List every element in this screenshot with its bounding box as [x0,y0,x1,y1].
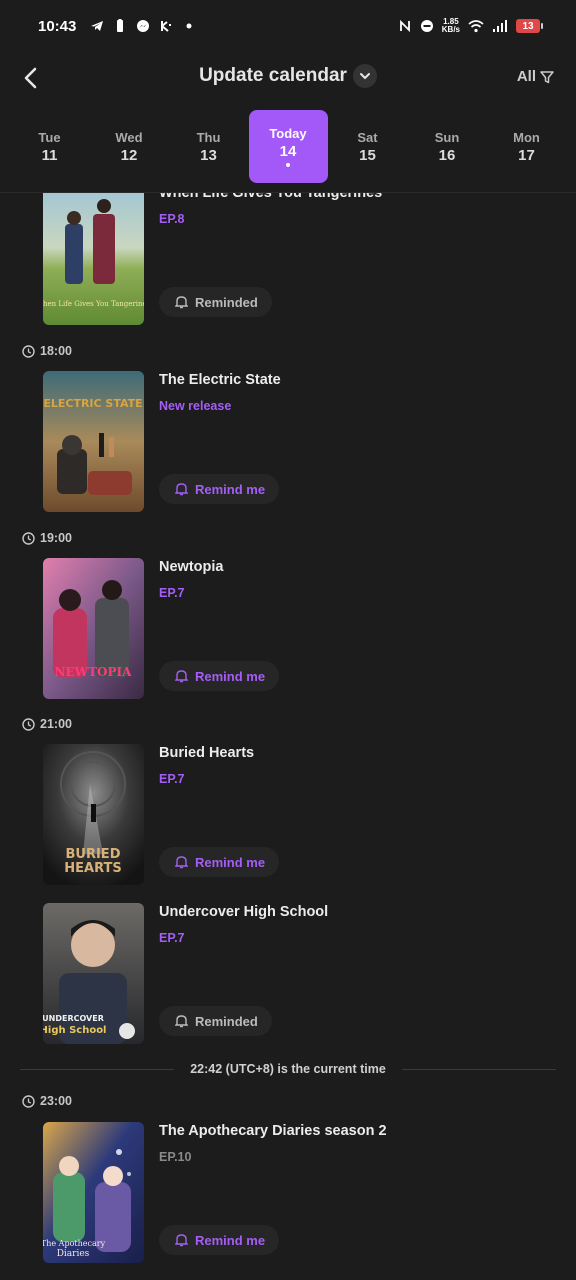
battery-indicator: 13 [516,19,543,33]
nfc-icon [399,19,410,33]
episode-label: EP.8 [159,212,185,226]
poster-image: NEWTOPIA [43,558,144,699]
release-label: New release [159,399,232,413]
list-item[interactable]: UNDERCOVER High School Undercover High S… [43,903,543,1045]
poster-newtopia: NEWTOPIA [43,558,144,699]
show-title[interactable]: The Electric State [159,372,281,388]
show-title[interactable]: Newtopia [159,559,223,575]
time-slot-header: 18:00 [22,344,72,358]
show-title[interactable]: The Apothecary Diaries season 2 [159,1123,387,1139]
episode-label: EP.7 [159,772,185,786]
poster-tangerines: When Life Gives You Tangerines [43,193,144,325]
status-time: 10:43 [38,17,77,35]
current-time-label: 22:42 (UTC+8) is the current time [190,1062,386,1076]
wifi-icon [468,20,484,33]
show-title[interactable]: Buried Hearts [159,745,254,761]
poster-electric-state: ELECTRIC STATE [43,371,144,512]
messenger-icon [137,20,150,32]
chevron-down-icon [352,64,377,88]
svg-text:When Life Gives You Tangerines: When Life Gives You Tangerines [43,300,144,308]
today-dot [286,163,290,167]
poster-undercover-high-school: UNDERCOVER High School [43,903,144,1044]
more-notifications-dot-icon [186,23,192,29]
do-not-disturb-icon [420,20,433,32]
svg-text:HEARTS: HEARTS [64,861,121,876]
status-bar: 10:43 1.85 KB/s 13 [0,0,576,52]
bell-icon [175,1234,188,1247]
day-tab-sun[interactable]: Sun 16 [408,110,487,183]
list-item[interactable]: When Life Gives You Tangerines When Life… [43,193,543,326]
remind-me-button[interactable]: Remind me [159,661,280,691]
network-speed: 1.85 KB/s [441,17,460,34]
poster-apothecary-diaries: The Apothecary Diaries [43,1122,144,1263]
battery-saver-icon [117,19,124,32]
poster-image: BURIED HEARTS [43,744,144,885]
time-slot-header: 19:00 [22,531,72,545]
bell-icon [175,1015,188,1028]
day-tab-today[interactable]: Today 14 [248,110,328,183]
show-title[interactable]: Undercover High School [159,904,328,920]
app-notification-icon [161,21,172,32]
filter-button[interactable]: All [517,68,554,85]
schedule-list[interactable]: When Life Gives You Tangerines When Life… [0,193,576,1280]
day-tab-sat[interactable]: Sat 15 [328,110,407,183]
bell-icon [175,296,188,309]
clock-icon [22,1094,35,1108]
episode-label: EP.7 [159,931,185,945]
signal-icon [493,20,507,32]
svg-text:High School: High School [43,1025,106,1036]
day-selector: Tue 11 Wed 12 Thu 13 Today 14 Sat 15 Sun 16 Mo… [10,110,566,184]
current-time-divider: 22:42 (UTC+8) is the current time [20,1061,557,1077]
poster-image: UNDERCOVER High School [43,903,144,1044]
bell-icon [175,670,188,683]
poster-image: When Life Gives You Tangerines [43,193,144,325]
svg-text:BURIED: BURIED [66,847,121,862]
telegram-icon [91,21,104,31]
bell-icon [175,856,188,869]
day-tab-mon[interactable]: Mon 17 [487,110,566,183]
svg-text:Diaries: Diaries [57,1249,90,1259]
poster-buried-hearts: BURIED HEARTS [43,744,144,885]
time-slot-header: 21:00 [22,717,72,731]
episode-label: EP.7 [159,586,185,600]
clock-icon [22,344,35,358]
show-title[interactable]: When Life Gives You Tangerines [159,193,382,201]
episode-label: EP.10 [159,1150,192,1164]
app-header: Update calendar All [0,52,576,104]
day-tab-wed[interactable]: Wed 12 [90,110,169,183]
svg-text:ELECTRIC STATE: ELECTRIC STATE [43,397,142,410]
list-item[interactable]: NEWTOPIA Newtopia EP.7 Remind me [43,558,543,700]
clock-icon [22,531,35,545]
svg-text:UNDERCOVER: UNDERCOVER [43,1014,104,1023]
filter-label: All [516,68,536,85]
day-tab-tue[interactable]: Tue 11 [10,110,89,183]
svg-text:NEWTOPIA: NEWTOPIA [55,665,133,679]
title-dropdown[interactable]: Update calendar [0,64,576,88]
remind-me-button[interactable]: Remind me [159,847,280,877]
list-item[interactable]: ELECTRIC STATE The Electric State New re… [43,371,543,513]
clock-icon [22,717,35,731]
day-tab-thu[interactable]: Thu 13 [169,110,248,183]
list-item[interactable]: The Apothecary Diaries The Apothecary Di… [43,1122,543,1264]
bell-icon [175,483,188,496]
poster-image: The Apothecary Diaries [43,1122,144,1263]
filter-icon [540,70,554,83]
reminded-button[interactable]: Reminded [159,1006,272,1036]
svg-text:The Apothecary: The Apothecary [43,1239,106,1248]
remind-me-button[interactable]: Remind me [159,1225,280,1255]
time-slot-header: 23:00 [22,1094,72,1108]
reminded-button[interactable]: Reminded [159,287,272,317]
list-item[interactable]: BURIED HEARTS Buried Hearts EP.7 Remind … [43,744,543,886]
remind-me-button[interactable]: Remind me [159,474,280,504]
page-title: Update calendar [199,65,347,86]
poster-image: ELECTRIC STATE [43,371,144,512]
